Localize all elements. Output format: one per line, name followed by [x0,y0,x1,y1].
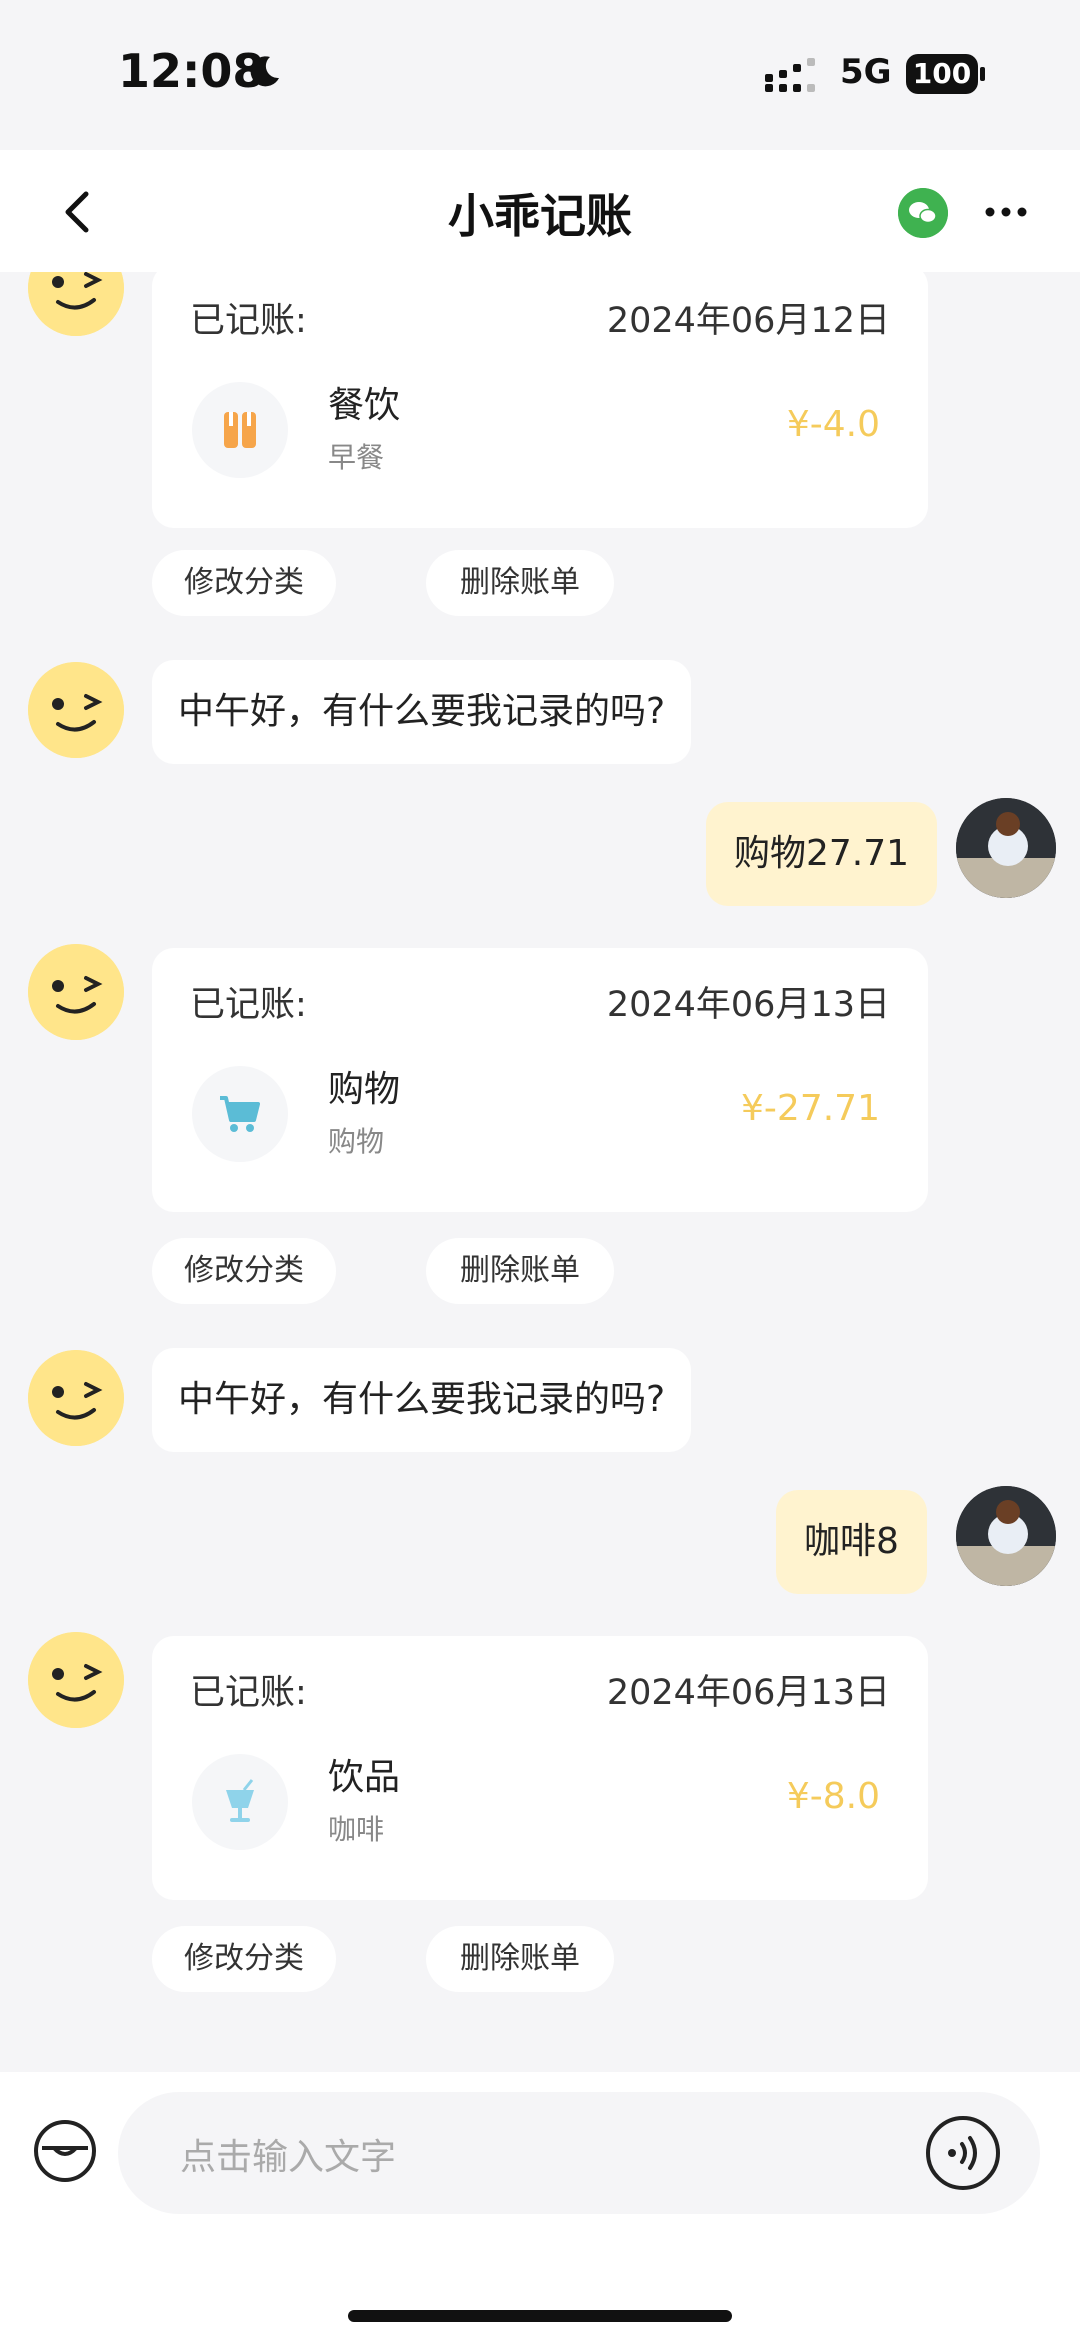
bottom-safe-area [0,2254,1080,2341]
bot-message: 中午好，有什么要我记录的吗? [152,1348,692,1452]
bot-avatar [28,1632,124,1728]
bot-avatar [28,272,124,336]
more-icon[interactable] [984,202,1028,222]
voice-icon[interactable] [924,2114,1002,2192]
record-date: 2024年06月12日 [606,301,890,341]
edit-category-button[interactable]: 修改分类 [152,550,336,616]
recorded-label: 已记账: [190,985,307,1025]
bill-card: 已记账: 2024年06月13日 购物 购物 ¥-27.71 [152,948,928,1212]
category-sub: 咖啡 [328,1813,385,1846]
category-name: 购物 [328,1069,401,1110]
bot-avatar [28,662,124,758]
battery-icon: 100 [906,54,986,94]
signal-icon [765,58,815,92]
home-indicator[interactable] [348,2310,732,2322]
edit-category-button[interactable]: 修改分类 [152,1926,336,1992]
user-message: 购物27.71 [706,802,938,906]
category-name: 饮品 [328,1757,401,1798]
bot-message: 中午好，有什么要我记录的吗? [152,660,692,764]
user-avatar[interactable] [956,1486,1056,1586]
battery-level: 100 [906,54,978,94]
bill-amount: ¥-27.71 [741,1088,880,1129]
category-name: 餐饮 [328,385,401,426]
recorded-label: 已记账: [190,1673,307,1713]
bill-card: 已记账: 2024年06月13日 饮品 咖啡 ¥-8.0 [152,1636,928,1900]
record-date: 2024年06月13日 [606,985,890,1025]
edit-category-button[interactable]: 修改分类 [152,1238,336,1304]
user-message: 咖啡8 [776,1490,927,1594]
cart-icon [220,1096,260,1132]
wechat-icon[interactable] [898,188,948,238]
status-time: 12:08 [118,44,265,98]
user-avatar[interactable] [956,798,1056,898]
bill-amount: ¥-4.0 [786,404,880,445]
chat-list[interactable]: 已记账: 2024年06月12日 餐饮 早餐 ¥-4.0 修改分类 删除账单 中… [0,272,1080,2072]
keyboard-toggle-icon[interactable] [32,2118,98,2184]
bill-card: 已记账: 2024年06月12日 餐饮 早餐 ¥-4.0 [152,272,928,528]
bill-amount: ¥-8.0 [786,1776,880,1817]
bot-avatar [28,944,124,1040]
category-icon-wrap [192,1754,288,1850]
delete-bill-button[interactable]: 删除账单 [426,1238,614,1304]
recorded-label: 已记账: [190,301,307,341]
record-date: 2024年06月13日 [606,1673,890,1713]
category-sub: 早餐 [328,441,385,474]
input-placeholder: 点击输入文字 [180,2137,397,2178]
utensils-icon [224,412,256,448]
bot-avatar [28,1350,124,1446]
moon-icon [250,56,279,87]
text-input[interactable]: 点击输入文字 [118,2092,1040,2214]
delete-bill-button[interactable]: 删除账单 [426,1926,614,1992]
category-icon-wrap [192,382,288,478]
delete-bill-button[interactable]: 删除账单 [426,550,614,616]
category-sub: 购物 [328,1125,385,1158]
status-bar: 12:08 5G 100 [0,0,1080,150]
input-bar: 点击输入文字 [0,2072,1080,2254]
drink-icon [226,1779,254,1822]
nav-header: 小乖记账 [0,150,1080,272]
category-icon-wrap [192,1066,288,1162]
network-type: 5G [840,52,892,92]
